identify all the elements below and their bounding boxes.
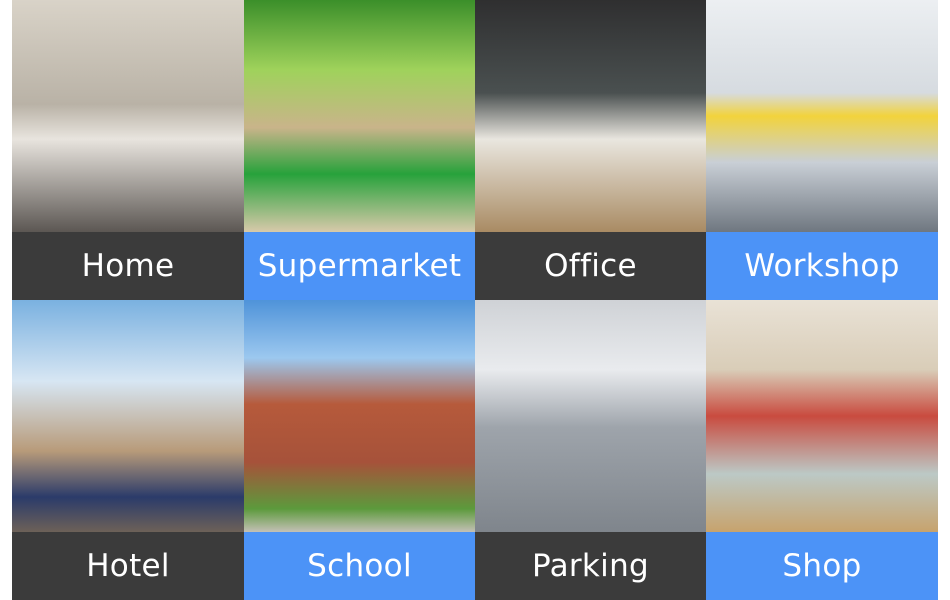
tile-home: Home (12, 0, 244, 300)
hotel-photo (12, 300, 244, 532)
tile-parking: Parking (475, 300, 706, 600)
tile-label: Hotel (12, 532, 244, 600)
tile-hotel: Hotel (12, 300, 244, 600)
tile-label: School (244, 532, 475, 600)
scenario-grid: Home Supermarket Office Workshop Hotel S… (12, 0, 938, 600)
parking-photo (475, 300, 706, 532)
shop-photo (706, 300, 938, 532)
tile-workshop: Workshop (706, 0, 938, 300)
office-photo (475, 0, 706, 232)
tile-label: Office (475, 232, 706, 300)
tile-label: Workshop (706, 232, 938, 300)
tile-supermarket: Supermarket (244, 0, 475, 300)
tile-shop: Shop (706, 300, 938, 600)
tile-school: School (244, 300, 475, 600)
tile-label: Shop (706, 532, 938, 600)
tile-label: Supermarket (244, 232, 475, 300)
supermarket-photo (244, 0, 475, 232)
tile-label: Parking (475, 532, 706, 600)
tile-office: Office (475, 0, 706, 300)
home-photo (12, 0, 244, 232)
workshop-photo (706, 0, 938, 232)
tile-label: Home (12, 232, 244, 300)
school-photo (244, 300, 475, 532)
